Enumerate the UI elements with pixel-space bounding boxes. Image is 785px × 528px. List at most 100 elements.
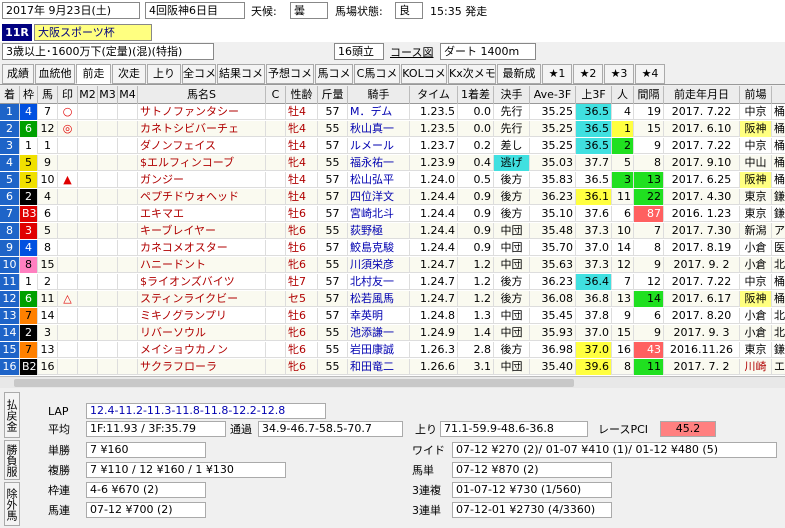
tab-2[interactable]: 前走 [76,64,111,84]
tab-13[interactable]: ★1 [542,64,572,84]
cell-waku: 3 [20,223,38,239]
tab-9[interactable]: C馬コメ [354,64,400,84]
result-row[interactable]: 4 5 9 $エルフィンコーブ 牝4 55 福永祐一 1.23.9 0.4 逃げ 35.03 37.7… [0,155,785,171]
cell-kime: 中団 [494,240,530,256]
horizontal-scrollbar[interactable] [0,376,785,388]
result-row[interactable]: 9 4 8 カネコメオスター 牡6 57 鮫島克駿 1.24.4 0.9 中団 35.70 37.0 1… [0,240,785,256]
race-header: 2017年 9月23日(土) 4回阪神6日目 天候: 曇 馬場状態: 良 15:… [0,0,785,22]
col-header-m4[interactable]: M4 [118,86,138,104]
col-header-mark[interactable]: 印 [58,86,78,104]
result-row[interactable]: 8 3 5 キーブレイヤー 牝6 55 荻野極 1.24.4 0.9 中団 35.48 37.3 10 7… [0,223,785,239]
cell-pop: 1 [612,121,634,137]
cell-m2 [78,291,98,307]
tab-1[interactable]: 血統他 [35,64,75,84]
tab-8[interactable]: 馬コメ [315,64,353,84]
result-row[interactable]: 15 7 13 メイショウカノン 牝6 55 岩田康誠 1.26.3 2.8 後方 36.98 37.… [0,342,785,358]
cell-extra: 鎌 [772,206,785,222]
result-row[interactable]: 5 5 10 ▲ ガンジー 牡4 57 松山弘平 1.24.0 0.5 後方 35.83 36.5 3 13… [0,172,785,188]
result-row[interactable]: 1 4 7 ○ サトノファンタシー 牡4 57 M．デム 1.23.5 0.0 先行 35.25 36.… [0,104,785,120]
cell-diff: 0.9 [458,206,494,222]
col-header-ave[interactable]: Ave-3F [530,86,576,104]
cell-m3 [98,138,118,154]
tab-15[interactable]: ★3 [604,64,634,84]
tab-3[interactable]: 次走 [112,64,146,84]
cell-sex: 牡6 [286,206,318,222]
tab-16[interactable]: ★4 [635,64,665,84]
cell-extra: エ [772,359,785,375]
result-row[interactable]: 10 8 15 ハニードント 牝6 55 川須栄彦 1.24.7 1.2 中団 35.63 37.3 1… [0,257,785,273]
course-map-link[interactable]: コース図 [390,45,433,60]
col-header-m2[interactable]: M2 [78,86,98,104]
tab-14[interactable]: ★2 [573,64,603,84]
cell-agari: 37.8 [576,308,612,324]
cell-uma: 12 [38,121,58,137]
cell-jockey: 荻野極 [348,223,410,239]
tab-0[interactable]: 成績 [2,64,34,84]
result-row[interactable]: 2 6 12 ◎ カネトシビバーチェ 牝4 55 秋山真一 1.23.5 0.0 先行 35.25 36… [0,121,785,137]
cell-name: カネトシビバーチェ [138,121,266,137]
result-row[interactable]: 3 1 1 ダノンフェイス 牡4 57 ルメール 1.23.7 0.2 差し 35.25 36.5 2 9… [0,138,785,154]
col-header-pop[interactable]: 人 [612,86,634,104]
col-header-kan[interactable]: 間隔 [634,86,664,104]
result-row[interactable]: 7 B3 6 エキマエ 牡6 57 宮崎北斗 1.24.4 0.9 後方 35.10 37.6 6 87 2… [0,206,785,222]
tab-4[interactable]: 上り [147,64,181,84]
tab-12[interactable]: 最新成 [497,64,541,84]
col-header-agari[interactable]: 上3F [576,86,612,104]
col-header-jockey[interactable]: 騎手 [348,86,410,104]
col-header-sex[interactable]: 性齢 [286,86,318,104]
result-row[interactable]: 13 7 14 ミキノグランプリ 牡6 57 幸英明 1.24.8 1.3 中団 35.45 37.8… [0,308,785,324]
cell-sex: 牝6 [286,257,318,273]
cell-c [266,138,286,154]
cell-kime: 中団 [494,325,530,341]
col-header-name[interactable]: 馬名S [138,86,266,104]
cell-pop: 13 [612,291,634,307]
cell-m2 [78,342,98,358]
col-header-uma[interactable]: 馬 [38,86,58,104]
col-header-place[interactable]: 前場 [740,86,772,104]
cell-pop: 2 [612,138,634,154]
cell-kan: 6 [634,308,664,324]
runners-count: 16頭立 [334,43,384,60]
side-tab-payout[interactable]: 払戻金 [4,392,20,438]
cell-time: 1.24.4 [410,223,458,239]
cell-jockey: M．デム [348,104,410,120]
col-header-c[interactable]: C [266,86,286,104]
cell-ave: 36.23 [530,274,576,290]
cell-name: メイショウカノン [138,342,266,358]
cell-jockey: 四位洋文 [348,189,410,205]
cell-m3 [98,172,118,188]
col-header-m3[interactable]: M3 [98,86,118,104]
tab-10[interactable]: KOLコメ [401,64,447,84]
col-header-date[interactable]: 前走年月日 [664,86,740,104]
result-row[interactable]: 11 1 2 $ライオンズバイツ 牡7 57 北村友一 1.24.7 1.2 後方 36.23 36.… [0,274,785,290]
col-header-diff[interactable]: 1着差 [458,86,494,104]
col-header-kin[interactable]: 斤量 [318,86,348,104]
race-date: 2017年 9月23日(土) [2,2,140,19]
cell-jockey: 秋山真一 [348,121,410,137]
payout-label: 枠連 [48,484,70,497]
col-header-waku[interactable]: 枠 [20,86,38,104]
cell-agari: 36.5 [576,138,612,154]
cell-c [266,325,286,341]
side-tab-excluded[interactable]: 除外馬 [4,482,20,526]
result-row[interactable]: 16 B2 16 サクラフローラ 牝6 55 和田竜二 1.26.6 3.1 中団 35.40 39.… [0,359,785,375]
col-header-time[interactable]: タイム [410,86,458,104]
scrollbar-thumb[interactable] [14,379,574,387]
result-row[interactable]: 12 6 11 △ スティンライクビー セ5 57 松若風馬 1.24.7 1.2 後方 36.08 3… [0,291,785,307]
payout-label: 馬連 [48,504,70,517]
cell-kime: 後方 [494,206,530,222]
payout-value: 07-12 ¥870 (2) [452,462,612,478]
col-header-pos[interactable]: 着 [0,86,20,104]
tab-7[interactable]: 予想コメ [266,64,314,84]
tab-5[interactable]: 全コメ [182,64,216,84]
result-row[interactable]: 14 2 3 リバーソウル 牝6 55 池添謙一 1.24.9 1.4 中団 35.93 37.0 15… [0,325,785,341]
col-header-kime[interactable]: 決手 [494,86,530,104]
tab-11[interactable]: Kx次メモ [448,64,496,84]
tab-6[interactable]: 結果コメ [217,64,265,84]
side-tab-silks[interactable]: 勝負服 [4,440,20,480]
pass-label: 通過 [230,423,252,436]
result-row[interactable]: 6 2 4 ペプチドウォヘッド 牡4 57 四位洋文 1.24.4 0.9 後方 36.23 36.1… [0,189,785,205]
race-condition: 3歳以上･1600万下(定量)(混)(特指) [2,43,214,60]
cell-jockey: 岩田康誠 [348,342,410,358]
cell-kime: 後方 [494,291,530,307]
